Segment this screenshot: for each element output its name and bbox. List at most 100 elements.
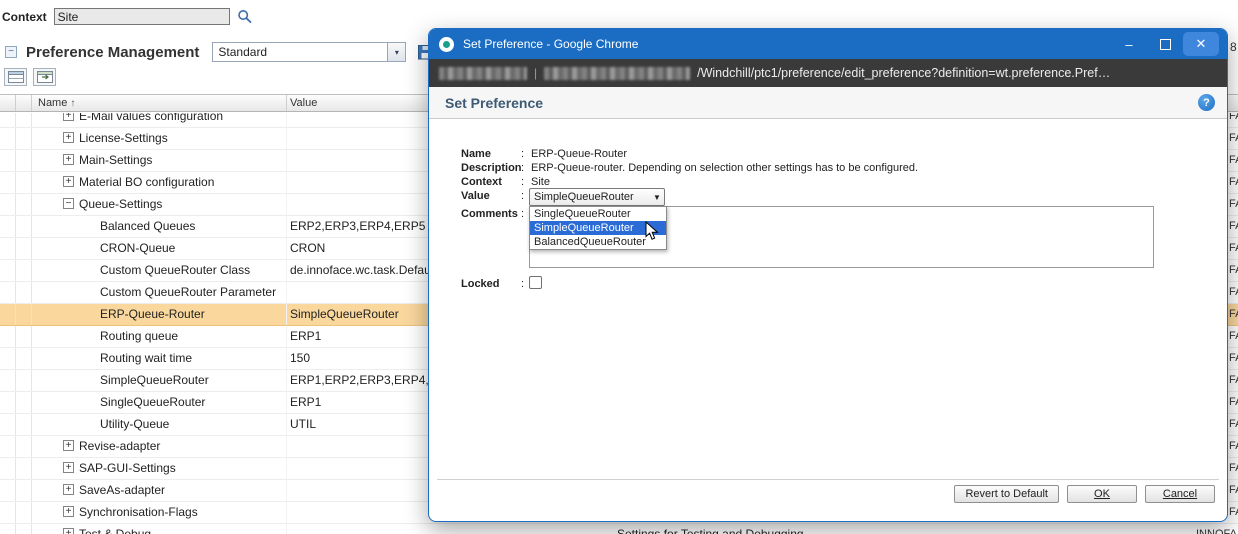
revert-to-default-button[interactable]: Revert to Default (954, 485, 1059, 503)
row-gutter (0, 370, 16, 391)
row-gutter (0, 436, 16, 457)
field-context: Context : Site (461, 176, 550, 188)
locked-checkbox[interactable] (529, 276, 542, 289)
chevron-down-icon[interactable]: ▾ (387, 43, 405, 61)
value-select-current: SimpleQueueRouter (530, 191, 650, 203)
row-gutter (0, 392, 16, 413)
collapse-icon[interactable]: − (63, 198, 74, 209)
expand-icon[interactable]: + (63, 440, 74, 451)
row-gutter (0, 524, 16, 534)
row-name: Main-Settings (79, 153, 152, 167)
row-name: Test & Debug (79, 527, 151, 534)
dialog-buttons: Revert to Default OK Cancel (954, 485, 1215, 503)
expand-icon[interactable]: + (63, 176, 74, 187)
row-gutter (0, 282, 16, 303)
row-edge-fragment: FA (1229, 304, 1238, 325)
row-name: Queue-Settings (79, 197, 162, 211)
row-gutter (16, 128, 32, 149)
row-gutter (16, 113, 32, 127)
column-header-name[interactable]: Name↑ (32, 95, 287, 111)
row-gutter (16, 370, 32, 391)
expand-icon[interactable]: + (63, 154, 74, 165)
row-name-cell: SimpleQueueRouter (32, 370, 287, 391)
preference-management-header: − Preference Management Standard ▾ (5, 42, 434, 62)
row-gutter (0, 216, 16, 237)
context-bar: Context (2, 8, 253, 25)
row-name-cell: + SAP-GUI-Settings (32, 458, 287, 479)
row-edge-fragment: FA (1229, 348, 1238, 369)
context-input[interactable] (54, 8, 230, 25)
row-name: CRON-Queue (100, 241, 175, 255)
row-gutter (0, 128, 16, 149)
expand-icon[interactable]: + (63, 528, 74, 534)
row-gutter (16, 480, 32, 501)
redacted-url-segment (439, 67, 527, 80)
row-name: SingleQueueRouter (100, 395, 205, 409)
field-context-value: Site (531, 176, 550, 188)
row-name: Revise-adapter (79, 439, 160, 453)
address-bar[interactable]: | /Windchill/ptc1/preference/edit_prefer… (429, 59, 1227, 87)
redacted-url-segment (544, 67, 690, 80)
row-name: Routing queue (100, 329, 178, 343)
row-gutter (0, 238, 16, 259)
cancel-button[interactable]: Cancel (1145, 485, 1215, 503)
row-edge-fragment: FA (1229, 480, 1238, 501)
table-toolbar (4, 68, 56, 86)
value-select[interactable]: SimpleQueueRouter ▼ (529, 188, 665, 206)
dropdown-option[interactable]: SingleQueueRouter (530, 207, 666, 221)
expand-icon[interactable]: + (63, 113, 74, 121)
row-description: Settings for Testing and Debugging (617, 524, 1196, 534)
row-name-cell: −Queue-Settings (32, 194, 287, 215)
row-gutter (0, 326, 16, 347)
search-icon[interactable] (237, 9, 253, 25)
row-gutter (0, 348, 16, 369)
row-name-cell: Routing queue (32, 326, 287, 347)
expand-icon[interactable]: + (63, 132, 74, 143)
expand-icon[interactable]: + (63, 506, 74, 517)
row-gutter (16, 260, 32, 281)
row-edge-fragment: FA (1229, 436, 1238, 457)
window-controls: – ✕ (1111, 29, 1227, 59)
row-name: SAP-GUI-Settings (79, 461, 176, 475)
row-edge-fragment: FA (1229, 282, 1238, 303)
collapse-section-icon[interactable]: − (5, 46, 17, 58)
row-gutter (0, 113, 16, 127)
help-icon[interactable]: ? (1198, 94, 1215, 111)
row-name: Custom QueueRouter Parameter (100, 285, 276, 299)
row-gutter (0, 194, 16, 215)
row-edge-fragment: FA (1229, 414, 1238, 435)
expand-all-icon[interactable] (33, 68, 56, 86)
row-name-cell: +Synchronisation-Flags (32, 502, 287, 523)
ok-button[interactable]: OK (1067, 485, 1137, 503)
view-dropdown-value: Standard (213, 45, 387, 59)
row-name: ERP-Queue-Router (100, 307, 205, 321)
expand-icon[interactable]: + (63, 462, 74, 473)
row-name-cell: SingleQueueRouter (32, 392, 287, 413)
row-gutter (16, 172, 32, 193)
window-titlebar[interactable]: Set Preference - Google Chrome – ✕ (429, 29, 1227, 59)
table-view-icon[interactable] (4, 68, 27, 86)
view-dropdown[interactable]: Standard ▾ (212, 42, 406, 62)
row-gutter (0, 304, 16, 325)
row-edge-fragment: FA (1229, 260, 1238, 281)
row-value (287, 524, 617, 534)
window-title: Set Preference - Google Chrome (463, 37, 1111, 51)
row-gutter (16, 238, 32, 259)
minimize-button[interactable]: – (1111, 32, 1147, 56)
row-gutter (16, 458, 32, 479)
row-gutter (16, 436, 32, 457)
row-gutter (0, 260, 16, 281)
row-edge-fragment: FA (1229, 113, 1238, 127)
row-edge-fragment: FA (1229, 502, 1238, 523)
table-row[interactable]: + Test & Debug Settings for Testing and De… (0, 524, 1238, 534)
expand-icon[interactable]: + (63, 484, 74, 495)
maximize-button[interactable] (1147, 32, 1183, 56)
row-gutter (16, 304, 32, 325)
field-locked: Locked : (461, 278, 531, 290)
row-gutter (0, 172, 16, 193)
row-name-cell: Utility-Queue (32, 414, 287, 435)
field-comments: Comments : (461, 208, 531, 220)
row-gutter (16, 502, 32, 523)
close-button[interactable]: ✕ (1183, 32, 1219, 56)
row-gutter (16, 150, 32, 171)
